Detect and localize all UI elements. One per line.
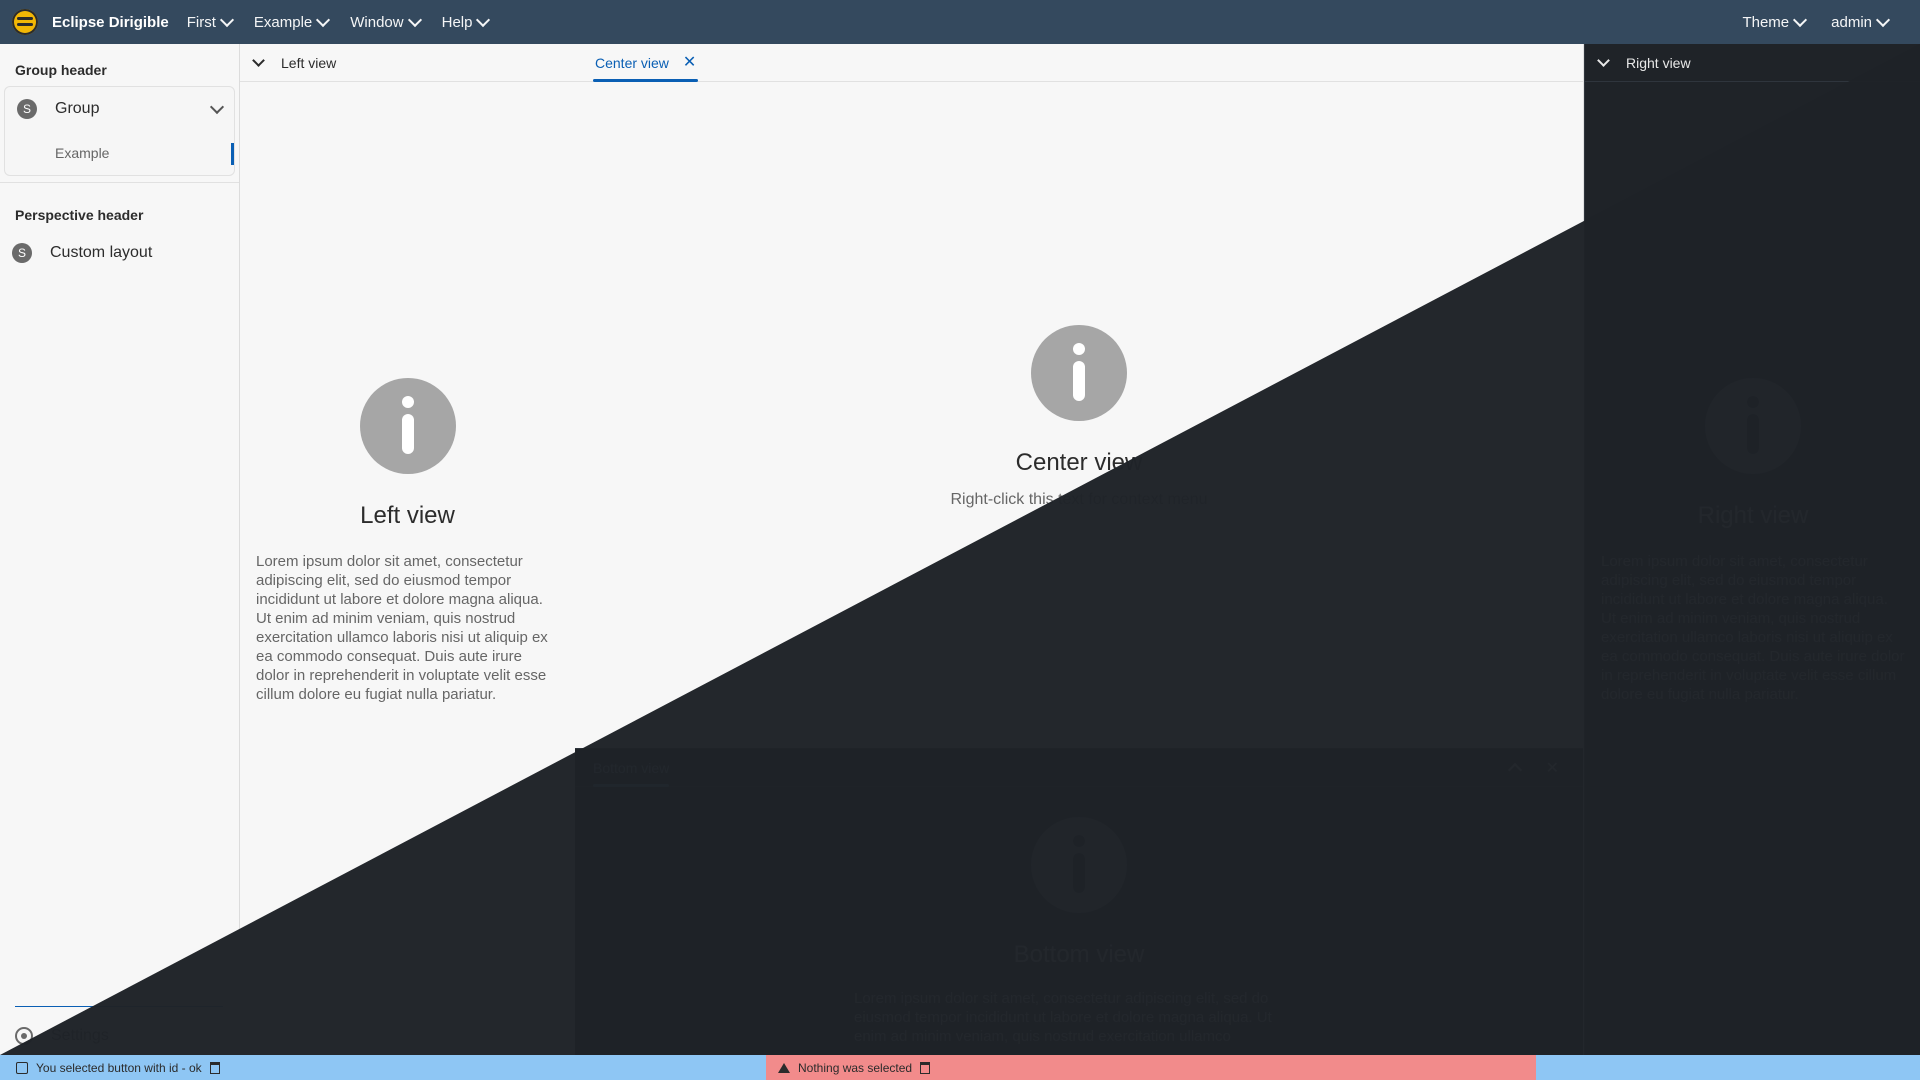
brand: Eclipse Dirigible	[0, 9, 187, 35]
center-view-content[interactable]: Center view Right-click this text for co…	[575, 82, 1583, 752]
chevron-down-icon	[1875, 12, 1891, 28]
bottom-actions: ✕	[1507, 749, 1583, 786]
settings-divider	[15, 1006, 223, 1007]
center-tabs: Center view ✕	[575, 44, 1583, 82]
settings-label: Settings	[51, 1027, 109, 1044]
chevron-down-icon	[316, 12, 331, 28]
trash-icon[interactable]	[920, 1061, 931, 1074]
center-view-title: Center view	[1015, 449, 1143, 476]
close-icon[interactable]: ✕	[683, 54, 696, 71]
left-view-title: Left view	[360, 502, 455, 529]
info-icon	[1705, 378, 1801, 474]
right-view-header[interactable]: Right view	[1585, 44, 1920, 82]
main-menu: First Example Window Help	[186, 12, 491, 31]
top-bar: Eclipse Dirigible First Example Window H…	[0, 0, 1920, 44]
trash-icon[interactable]	[209, 1061, 220, 1074]
left-view-panel: Left view Left view Lorem ipsum dolor si…	[240, 44, 576, 1055]
status-mid: Nothing was selected	[766, 1055, 1536, 1080]
perspective-header: Perspective header	[15, 207, 144, 223]
right-view-title: Right view	[1697, 502, 1809, 529]
group-icon: S	[17, 99, 37, 119]
selected-indicator	[231, 143, 234, 165]
menu-example-label: Example	[253, 13, 313, 31]
menu-theme-label: Theme	[1742, 13, 1790, 31]
menu-first[interactable]: First	[186, 12, 234, 31]
bottom-view-panel: Bottom view ✕ Bottom view Lorem ipsum do…	[575, 748, 1583, 1055]
info-icon	[359, 378, 456, 474]
menu-user[interactable]: admin	[1831, 12, 1891, 31]
info-icon	[1031, 325, 1127, 421]
status-bar: You selected button with id - ok Nothing…	[0, 1055, 1920, 1080]
chevron-down-icon	[219, 12, 234, 28]
group-box: S Group Example	[4, 86, 235, 176]
settings-button[interactable]: Settings	[15, 1027, 109, 1045]
bottom-view-content: Bottom view Lorem ipsum dolor sit amet, …	[575, 787, 1583, 1046]
left-view-text: Lorem ipsum dolor sit amet, consectetur …	[256, 553, 548, 703]
menu-window-label: Window	[350, 13, 404, 31]
gear-icon	[15, 1027, 33, 1045]
tab-center-view-label: Center view	[595, 54, 669, 71]
chevron-down-icon	[209, 99, 225, 115]
menu-help-label: Help	[441, 13, 473, 31]
right-view-panel: Right view Right view Lorem ipsum dolor …	[1584, 44, 1920, 1055]
group-label: Group	[55, 100, 100, 117]
status-mid-text: Nothing was selected	[798, 1060, 913, 1075]
right-view-header-label: Right view	[1626, 54, 1691, 71]
right-view-content: Right view Lorem ipsum dolor sit amet, c…	[1585, 82, 1920, 704]
menu-help[interactable]: Help	[441, 12, 491, 31]
status-left-text: You selected button with id - ok	[36, 1060, 202, 1075]
group-toggle[interactable]: S Group	[5, 87, 234, 131]
tab-bottom-view-label: Bottom view	[593, 759, 670, 776]
chevron-up-icon[interactable]	[1507, 762, 1522, 777]
custom-layout-label: Custom layout	[50, 244, 153, 261]
active-tab-underline	[593, 784, 670, 787]
sidebar: Group header S Group Example Perspective…	[0, 44, 240, 1055]
menu-theme[interactable]: Theme	[1742, 12, 1808, 31]
info-icon	[1031, 817, 1127, 913]
warning-icon	[778, 1062, 790, 1073]
bottom-tabs: Bottom view ✕	[575, 749, 1583, 787]
status-left: You selected button with id - ok	[0, 1055, 766, 1080]
chevron-down-icon	[1793, 12, 1808, 28]
menu-example[interactable]: Example	[253, 12, 331, 31]
divider	[0, 182, 239, 183]
center-view-subtitle: Right-click this text for context menu	[950, 491, 1208, 508]
menu-window[interactable]: Window	[350, 12, 422, 31]
center-area: Center view ✕ Center view Right-click th…	[575, 44, 1584, 1055]
perspective-icon: S	[12, 243, 32, 263]
chevron-down-icon	[1597, 54, 1610, 67]
tab-center-view[interactable]: Center view ✕	[593, 44, 699, 82]
bottom-view-text: Lorem ipsum dolor sit amet, consectetur …	[854, 990, 1272, 1045]
left-view-header-label: Left view	[281, 54, 337, 71]
chevron-down-icon	[252, 54, 265, 67]
right-menu: Theme admin	[1742, 12, 1920, 31]
sidebar-item-custom-layout[interactable]: S Custom layout	[0, 231, 239, 275]
menu-first-label: First	[186, 13, 216, 31]
left-view-content: Left view Lorem ipsum dolor sit amet, co…	[240, 82, 575, 704]
dirigible-logo-icon	[12, 9, 38, 35]
left-view-header[interactable]: Left view	[240, 44, 575, 82]
group-header: Group header	[15, 62, 107, 78]
tab-bottom-view[interactable]: Bottom view	[593, 749, 670, 787]
menu-user-label: admin	[1831, 13, 1872, 31]
status-right	[1536, 1055, 1920, 1080]
chevron-down-icon	[407, 12, 422, 28]
sidebar-item-example[interactable]: Example	[5, 131, 234, 175]
right-view-text: Lorem ipsum dolor sit amet, consectetur …	[1601, 553, 1905, 703]
close-icon[interactable]: ✕	[1546, 758, 1559, 778]
info-icon	[16, 1061, 28, 1074]
app-title: Eclipse Dirigible	[52, 13, 169, 31]
chevron-down-icon	[476, 12, 491, 28]
sidebar-item-example-label: Example	[55, 145, 110, 161]
bottom-view-title: Bottom view	[1013, 941, 1145, 968]
